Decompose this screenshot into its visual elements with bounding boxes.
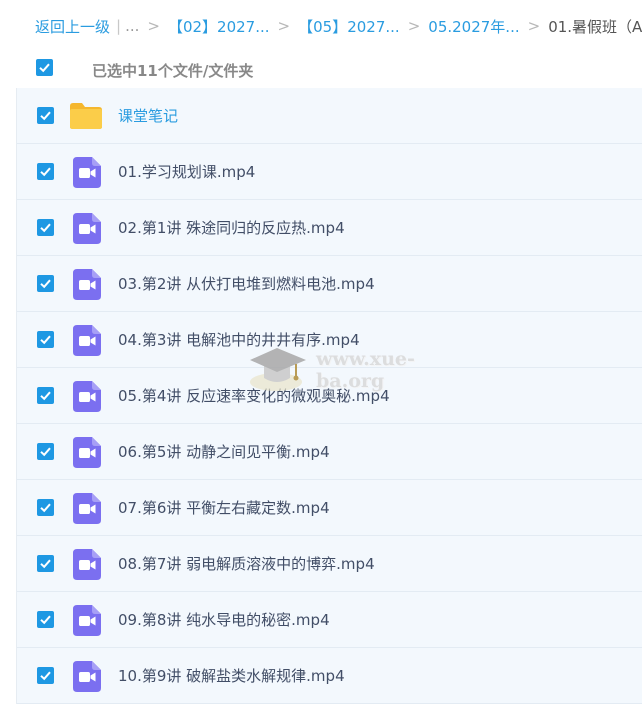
video-file-icon	[73, 381, 101, 412]
file-name[interactable]: 课堂笔记	[118, 105, 178, 126]
check-icon	[40, 335, 51, 345]
file-row[interactable]: 03.第2讲 从伏打电堆到燃料电池.mp4	[17, 256, 642, 312]
row-checkbox[interactable]	[37, 275, 54, 292]
video-file-icon	[73, 325, 101, 356]
file-row[interactable]: 06.第5讲 动静之间见平衡.mp4	[17, 424, 642, 480]
breadcrumb-item-3[interactable]: 05.2027年...	[428, 16, 519, 37]
breadcrumb-item-1[interactable]: 【02】2027...	[168, 16, 270, 37]
file-row[interactable]: 10.第9讲 破解盐类水解规律.mp4	[17, 648, 642, 704]
breadcrumb-separator: >	[147, 17, 160, 35]
row-checkbox[interactable]	[37, 611, 54, 628]
row-checkbox[interactable]	[37, 443, 54, 460]
folder-row[interactable]: 课堂笔记	[17, 88, 642, 144]
check-icon	[40, 671, 51, 681]
file-name[interactable]: 05.第4讲 反应速率变化的微观奥秘.mp4	[118, 385, 390, 406]
breadcrumb-current: 01.暑假班（A...	[548, 17, 642, 36]
file-name[interactable]: 08.第7讲 弱电解质溶液中的博弈.mp4	[118, 553, 375, 574]
file-name[interactable]: 10.第9讲 破解盐类水解规律.mp4	[118, 665, 345, 686]
row-checkbox[interactable]	[37, 387, 54, 404]
check-icon	[40, 279, 51, 289]
file-row[interactable]: 08.第7讲 弱电解质溶液中的博弈.mp4	[17, 536, 642, 592]
breadcrumb: 返回上一级 | ... > 【02】2027... > 【05】2027... …	[0, 0, 642, 52]
file-name[interactable]: 06.第5讲 动静之间见平衡.mp4	[118, 441, 330, 462]
selection-count: 已选中11个文件/文件夹	[92, 62, 254, 80]
check-icon	[39, 63, 50, 73]
select-all-checkbox[interactable]	[36, 59, 53, 76]
row-checkbox[interactable]	[37, 219, 54, 236]
breadcrumb-ellipsis[interactable]: ...	[125, 17, 139, 35]
video-file-icon	[73, 493, 101, 524]
file-row[interactable]: 07.第6讲 平衡左右藏定数.mp4	[17, 480, 642, 536]
check-icon	[40, 503, 51, 513]
check-icon	[40, 167, 51, 177]
file-name[interactable]: 03.第2讲 从伏打电堆到燃料电池.mp4	[118, 273, 375, 294]
row-checkbox[interactable]	[37, 499, 54, 516]
file-list: 课堂笔记 01.学习规划课.mp4 02.第1讲 殊途同归的反应热.mp4 03.第2…	[16, 88, 642, 704]
file-row[interactable]: 09.第8讲 纯水导电的秘密.mp4	[17, 592, 642, 648]
video-file-icon	[73, 605, 101, 636]
file-row[interactable]: 05.第4讲 反应速率变化的微观奥秘.mp4	[17, 368, 642, 424]
file-name[interactable]: 04.第3讲 电解池中的井井有序.mp4	[118, 329, 360, 350]
row-checkbox[interactable]	[37, 555, 54, 572]
file-name[interactable]: 09.第8讲 纯水导电的秘密.mp4	[118, 609, 330, 630]
breadcrumb-item-2[interactable]: 【05】2027...	[298, 16, 400, 37]
back-link[interactable]: 返回上一级	[35, 16, 110, 37]
file-name[interactable]: 07.第6讲 平衡左右藏定数.mp4	[118, 497, 330, 518]
video-file-icon	[73, 269, 101, 300]
breadcrumb-separator: >	[407, 17, 421, 35]
check-icon	[40, 559, 51, 569]
check-icon	[40, 615, 51, 625]
file-row[interactable]: 01.学习规划课.mp4	[17, 144, 642, 200]
breadcrumb-separator: >	[277, 17, 291, 35]
check-icon	[40, 447, 51, 457]
row-checkbox[interactable]	[37, 107, 54, 124]
file-name[interactable]: 01.学习规划课.mp4	[118, 161, 255, 182]
breadcrumb-separator: >	[527, 17, 541, 35]
video-file-icon	[73, 549, 101, 580]
check-icon	[40, 111, 51, 121]
check-icon	[40, 223, 51, 233]
video-file-icon	[73, 213, 101, 244]
row-checkbox[interactable]	[37, 331, 54, 348]
selection-bar: 已选中11个文件/文件夹	[0, 52, 642, 88]
check-icon	[40, 391, 51, 401]
row-checkbox[interactable]	[37, 163, 54, 180]
file-row[interactable]: 04.第3讲 电解池中的井井有序.mp4	[17, 312, 642, 368]
video-file-icon	[73, 661, 101, 692]
file-row[interactable]: 02.第1讲 殊途同归的反应热.mp4	[17, 200, 642, 256]
file-name[interactable]: 02.第1讲 殊途同归的反应热.mp4	[118, 217, 345, 238]
row-checkbox[interactable]	[37, 667, 54, 684]
video-file-icon	[73, 157, 101, 188]
folder-icon	[70, 103, 102, 129]
video-file-icon	[73, 437, 101, 468]
breadcrumb-divider: |	[116, 17, 122, 35]
